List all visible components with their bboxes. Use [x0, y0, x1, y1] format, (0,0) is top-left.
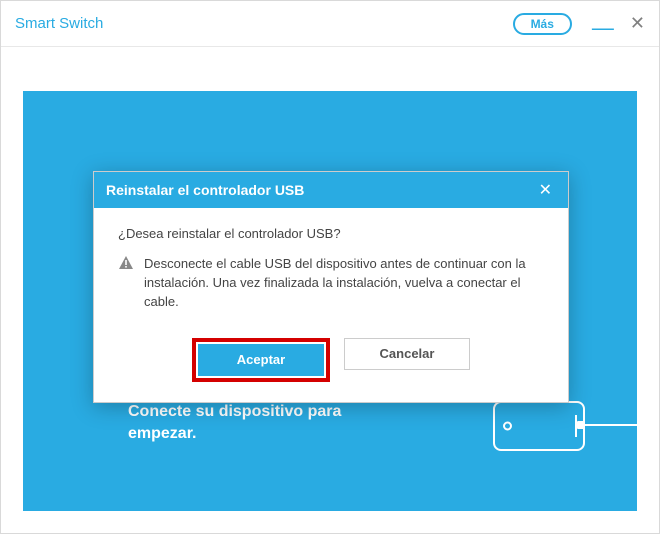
window-controls: — ✕ [592, 13, 645, 34]
cancel-button[interactable]: Cancelar [344, 338, 470, 370]
reinstall-usb-dialog: Reinstalar el controlador USB ✕ ¿Desea r… [93, 171, 569, 403]
accept-highlight: Aceptar [192, 338, 330, 382]
dialog-body: ¿Desea reinstalar el controlador USB? De… [94, 208, 568, 332]
dialog-warning: Desconecte el cable USB del dispositivo … [118, 255, 544, 312]
dialog-header: Reinstalar el controlador USB ✕ [94, 172, 568, 208]
app-title: Smart Switch [15, 15, 513, 32]
dialog-warning-text: Desconecte el cable USB del dispositivo … [144, 255, 544, 312]
cable-icon [585, 424, 637, 426]
dialog-title: Reinstalar el controlador USB [106, 182, 304, 198]
title-bar: Smart Switch Más — ✕ [1, 1, 659, 47]
more-button[interactable]: Más [513, 13, 572, 35]
dialog-question: ¿Desea reinstalar el controlador USB? [118, 226, 544, 241]
dialog-buttons: Aceptar Cancelar [94, 332, 568, 402]
accept-button[interactable]: Aceptar [198, 344, 324, 376]
window-close-icon[interactable]: ✕ [630, 13, 645, 34]
minimize-icon[interactable]: — [592, 23, 614, 33]
warning-icon [118, 255, 134, 312]
connect-instruction: Conecte su dispositivo para empezar. [128, 401, 358, 446]
phone-icon [493, 401, 585, 451]
app-window: Smart Switch Más — ✕ Conecte su disposit… [0, 0, 660, 534]
dialog-close-icon[interactable]: ✕ [535, 180, 556, 200]
